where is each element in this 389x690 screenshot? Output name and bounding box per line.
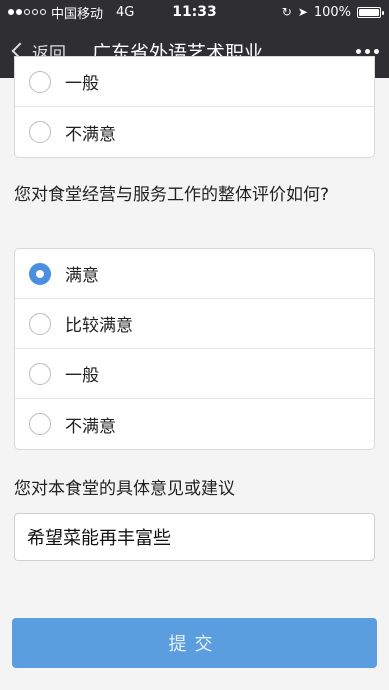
network-type: 4G <box>116 4 135 20</box>
suggestion-input[interactable]: 希望菜能再丰富些 <box>14 513 375 561</box>
option-dissatisfied[interactable]: 不满意 <box>15 399 374 449</box>
signal-strength-icon <box>8 9 46 15</box>
previous-question-options: 一般 不满意 <box>14 56 375 158</box>
radio-unchecked-icon[interactable] <box>29 121 51 143</box>
radio-unchecked-icon[interactable] <box>29 413 51 435</box>
location-arrow-icon: ➤ <box>297 5 308 19</box>
option-previous-dissatisfied[interactable]: 不满意 <box>15 107 374 157</box>
canteen-question-options: 满意 比较满意 一般 不满意 <box>14 248 375 450</box>
carrier-name: 中国移动 <box>51 6 104 22</box>
option-label: 比较满意 <box>65 316 133 336</box>
option-satisfied[interactable]: 满意 <box>15 249 374 299</box>
suggestion-input-value: 希望菜能再丰富些 <box>27 528 171 549</box>
status-bar: 中国移动 4G 11:33 ↻ ➤ 100% <box>0 0 389 24</box>
submit-button[interactable]: 提交 <box>12 618 377 668</box>
more-menu-icon[interactable] <box>339 48 379 54</box>
option-label: 一般 <box>65 74 99 94</box>
option-general[interactable]: 一般 <box>15 349 374 399</box>
question-suggestion-text: 您对本食堂的具体意见或建议 <box>14 479 235 499</box>
option-label: 满意 <box>65 266 99 286</box>
option-previous-general[interactable]: 一般 <box>15 57 374 107</box>
radio-unchecked-icon[interactable] <box>29 312 51 335</box>
radio-unchecked-icon[interactable] <box>29 70 51 93</box>
status-time: 11:33 <box>172 4 217 20</box>
option-label: 不满意 <box>65 124 116 145</box>
radio-unchecked-icon[interactable] <box>29 362 51 385</box>
option-fairly-satisfied[interactable]: 比较满意 <box>15 299 374 349</box>
rotation-lock-icon: ↻ <box>281 5 292 19</box>
question-canteen-text: 您对食堂经营与服务工作的整体评价如何? <box>14 185 330 205</box>
battery-icon <box>357 6 384 18</box>
option-label: 不满意 <box>65 416 116 437</box>
option-label: 一般 <box>65 366 99 386</box>
radio-checked-icon[interactable] <box>29 262 51 285</box>
battery-percent: 100% <box>313 4 351 20</box>
